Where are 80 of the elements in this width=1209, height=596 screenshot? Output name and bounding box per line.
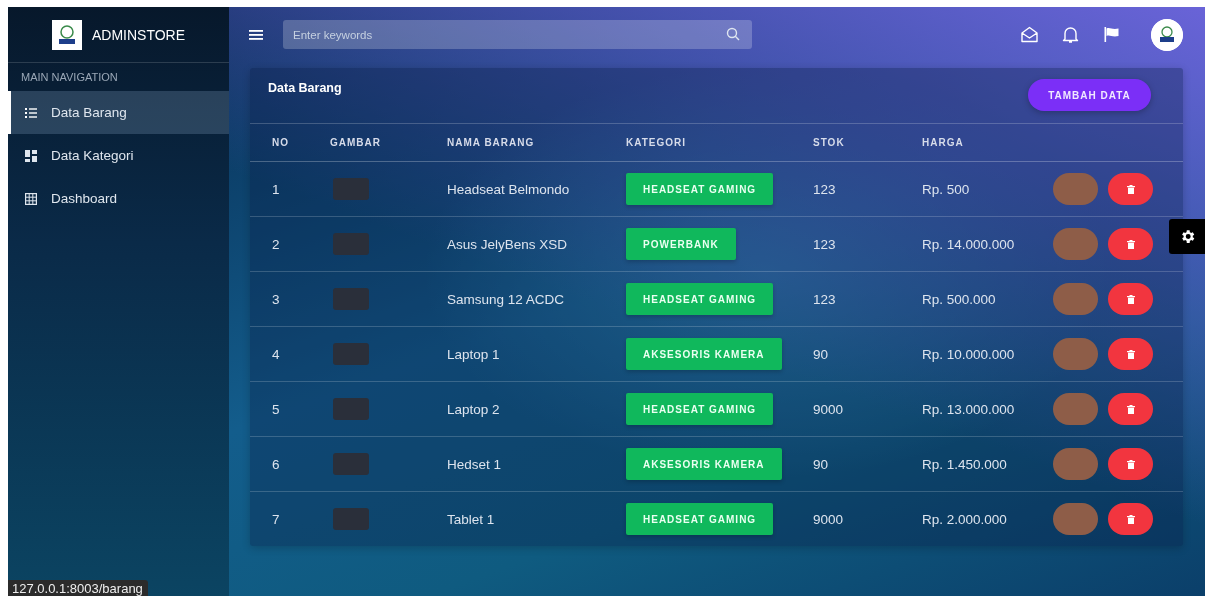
trash-icon	[1126, 349, 1135, 359]
trash-icon	[1126, 239, 1135, 249]
brand-name: ADMINSTORE	[91, 26, 186, 43]
trash-icon	[1126, 459, 1135, 469]
table-cell: 123	[813, 181, 836, 197]
column-header: KATEGORI	[626, 137, 687, 148]
column-header: GAMBAR	[330, 137, 381, 148]
table-cell: Hedset 1	[447, 456, 502, 472]
table-cell: 4	[272, 346, 280, 362]
settings-button[interactable]	[1169, 219, 1205, 254]
table-cell: 9000	[813, 401, 844, 417]
column-header: NO	[272, 137, 289, 148]
list-icon	[25, 106, 37, 119]
table-cell: Rp. 1.450.000	[922, 456, 1007, 472]
table-cell: Laptop 1	[447, 346, 500, 362]
table-cell: Samsung 12 ACDC	[447, 291, 565, 307]
table-cell: 6	[272, 456, 280, 472]
table-cell: 5	[272, 401, 280, 417]
delete-button[interactable]	[1108, 173, 1153, 205]
photo-placeholder	[333, 288, 369, 310]
delete-button[interactable]	[1108, 448, 1153, 480]
table-cell: 90	[813, 346, 829, 362]
table-cell: Rp. 500.000	[922, 291, 996, 307]
table-cell: Asus JelyBens XSD	[447, 236, 568, 252]
table-cell: 9000	[813, 511, 844, 527]
table-cell: 7	[272, 511, 280, 527]
category-badge: POWERBANK	[626, 228, 736, 260]
table-cell: Rp. 13.000.000	[922, 401, 1015, 417]
column-header: HARGA	[922, 137, 964, 148]
delete-button[interactable]	[1108, 338, 1153, 370]
bell-icon[interactable]	[1061, 25, 1080, 44]
category-badge: AKSESORIS KAMERA	[626, 448, 782, 480]
photo-placeholder	[333, 398, 369, 420]
table-cell: 123	[813, 291, 836, 307]
table-cell: 1	[272, 181, 280, 197]
trash-icon	[1126, 514, 1135, 524]
photo-placeholder	[333, 508, 369, 530]
table-cell: 3	[272, 291, 280, 307]
flag-icon[interactable]	[1102, 25, 1121, 44]
card-title: Data Barang	[268, 81, 342, 95]
trash-icon	[1126, 404, 1135, 414]
delete-button[interactable]	[1108, 283, 1153, 315]
table-cell: 2	[272, 236, 280, 252]
photo-placeholder	[333, 453, 369, 475]
dashboard-tiles-icon	[25, 149, 37, 162]
category-badge: HEADSEAT GAMING	[626, 503, 774, 535]
add-data-button[interactable]: TAMBAH DATA	[1028, 79, 1151, 111]
status-url: 127.0.0.1:8003/barang	[8, 580, 148, 596]
nav-item[interactable]: Data Kategori	[8, 134, 229, 177]
nav-item[interactable]: Data Barang	[8, 91, 229, 134]
avatar[interactable]	[1151, 18, 1183, 51]
search-icon[interactable]	[726, 27, 740, 41]
nav-item[interactable]: Dashboard	[8, 177, 229, 220]
table-cell: Rp. 2.000.000	[922, 511, 1007, 527]
table-cell: Headseat Belmondo	[447, 181, 570, 197]
table-cell: Rp. 500	[922, 181, 970, 197]
table-cell: Tablet 1	[447, 511, 495, 527]
category-badge: HEADSEAT GAMING	[626, 173, 774, 205]
delete-button[interactable]	[1108, 393, 1153, 425]
table-cell: Rp. 10.000.000	[922, 346, 1015, 362]
table-cell: 123	[813, 236, 836, 252]
category-badge: AKSESORIS KAMERA	[626, 338, 782, 370]
trash-icon	[1126, 294, 1135, 304]
delete-button[interactable]	[1108, 228, 1153, 260]
photo-placeholder	[333, 233, 369, 255]
nav-heading: MAIN NAVIGATION	[20, 70, 119, 85]
category-badge: HEADSEAT GAMING	[626, 283, 774, 315]
trash-icon	[1126, 184, 1135, 194]
grid-icon	[25, 192, 37, 205]
column-header: NAMA BARANG	[447, 137, 535, 148]
photo-placeholder	[333, 178, 369, 200]
table-cell: Rp. 14.000.000	[922, 236, 1015, 252]
delete-button[interactable]	[1108, 503, 1153, 535]
envelope-icon[interactable]	[1020, 25, 1039, 44]
column-header: STOK	[813, 137, 845, 148]
photo-placeholder	[333, 343, 369, 365]
category-badge: HEADSEAT GAMING	[626, 393, 774, 425]
menu-icon[interactable]	[249, 28, 263, 41]
table-cell: 90	[813, 456, 829, 472]
table-cell: Laptop 2	[447, 401, 500, 417]
